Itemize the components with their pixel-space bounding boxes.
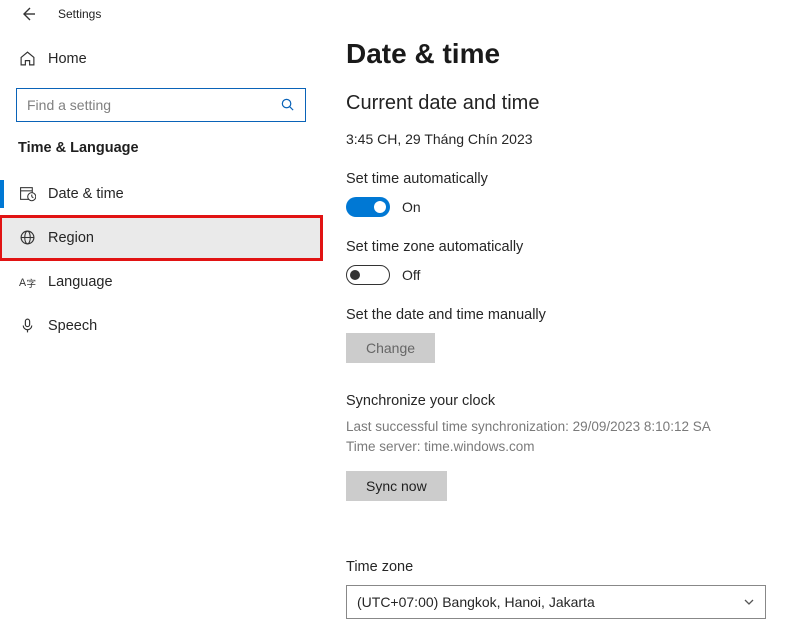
search-input[interactable] (27, 97, 280, 113)
sidebar-item-region[interactable]: Region (0, 216, 322, 260)
sidebar-item-speech[interactable]: Speech (0, 304, 322, 348)
chevron-down-icon (743, 596, 755, 608)
sidebar-item-label: Region (48, 230, 94, 246)
set-time-auto-label: Set time automatically (346, 171, 782, 187)
timezone-dropdown[interactable]: (UTC+07:00) Bangkok, Hanoi, Jakarta (346, 585, 766, 619)
sync-server-line: Time server: time.windows.com (346, 437, 782, 457)
sidebar-item-label: Speech (48, 318, 97, 334)
search-box[interactable] (16, 88, 306, 122)
set-tz-auto-toggle[interactable] (346, 265, 390, 285)
globe-icon (18, 229, 36, 246)
set-tz-auto-state: Off (402, 267, 420, 283)
window-title: Settings (58, 7, 101, 21)
sidebar-item-language[interactable]: A字 Language (0, 260, 322, 304)
set-time-auto-state: On (402, 199, 421, 215)
titlebar: Settings (0, 0, 802, 28)
sidebar-item-label: Date & time (48, 186, 124, 202)
sync-now-button[interactable]: Sync now (346, 471, 447, 501)
microphone-icon (18, 317, 36, 334)
svg-text:字: 字 (26, 278, 36, 290)
language-icon: A字 (18, 273, 36, 290)
search-icon (280, 97, 295, 112)
sync-info: Last successful time synchronization: 29… (346, 417, 782, 458)
sync-last-line: Last successful time synchronization: 29… (346, 417, 782, 437)
page-title: Date & time (346, 38, 782, 70)
set-time-auto-toggle[interactable] (346, 197, 390, 217)
content-pane: Date & time Current date and time 3:45 C… (322, 28, 802, 619)
sidebar-home-label: Home (48, 51, 87, 67)
arrow-left-icon (20, 6, 36, 22)
sidebar-item-label: Language (48, 274, 113, 290)
sidebar-item-date-time[interactable]: Date & time (0, 172, 322, 216)
toggle-knob (350, 270, 360, 280)
current-datetime: 3:45 CH, 29 Tháng Chín 2023 (346, 131, 782, 147)
timezone-label: Time zone (346, 559, 782, 575)
sidebar-home[interactable]: Home (0, 40, 322, 78)
sidebar: Home Time & Language Date & time Region (0, 28, 322, 619)
calendar-clock-icon (18, 185, 36, 202)
manual-set-label: Set the date and time manually (346, 307, 782, 323)
home-icon (18, 50, 36, 67)
toggle-knob (374, 201, 386, 213)
section-subtitle: Current date and time (346, 92, 782, 115)
set-tz-auto-label: Set time zone automatically (346, 239, 782, 255)
back-button[interactable] (16, 2, 40, 26)
sidebar-section-label: Time & Language (18, 140, 322, 156)
change-button[interactable]: Change (346, 333, 435, 363)
timezone-value: (UTC+07:00) Bangkok, Hanoi, Jakarta (357, 594, 595, 610)
sync-title: Synchronize your clock (346, 393, 782, 409)
